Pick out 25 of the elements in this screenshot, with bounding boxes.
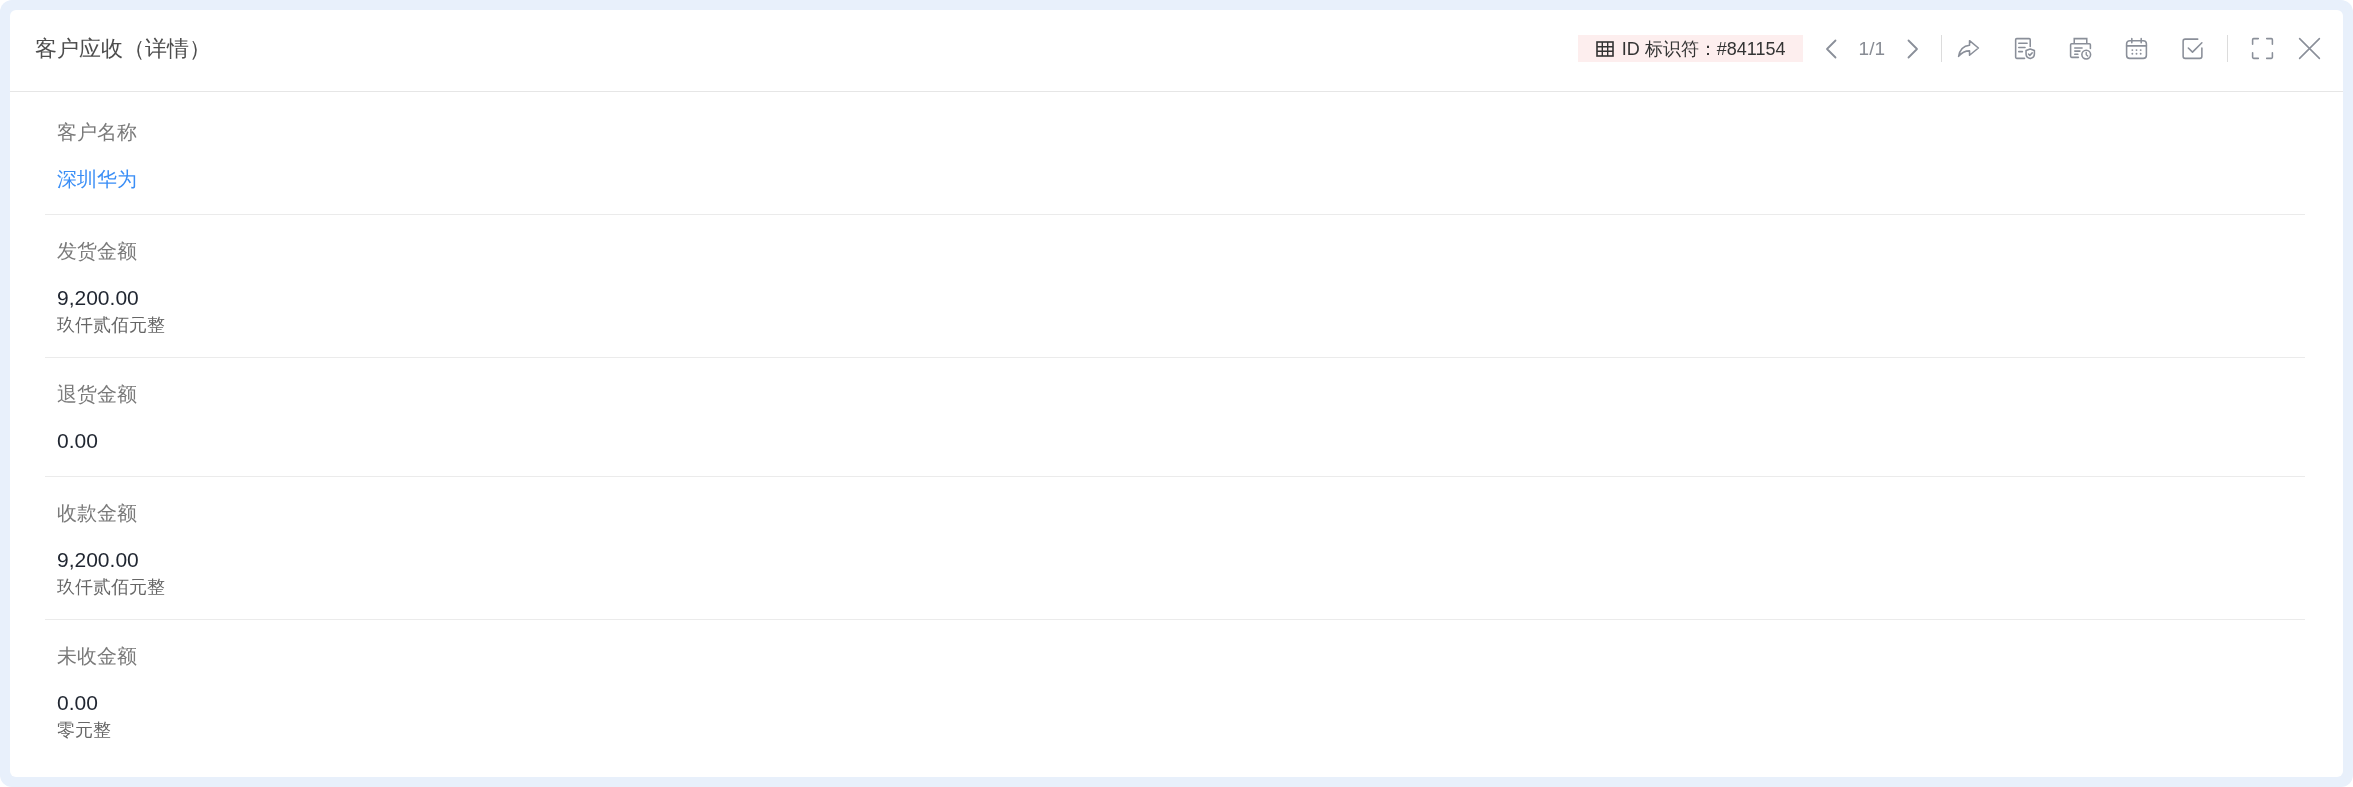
fullscreen-icon[interactable] (2250, 36, 2275, 61)
amount-value: 9,200.00 (57, 547, 139, 573)
document-shield-icon[interactable] (2012, 36, 2037, 61)
amount-in-words: 玖仟贰佰元整 (57, 314, 165, 337)
window-title: 客户应收（详情） (35, 34, 211, 63)
table-icon (1595, 40, 1614, 57)
calendar-icon[interactable] (2124, 36, 2149, 61)
page-count: 1/1 (1858, 37, 1885, 60)
field-label: 收款金额 (57, 501, 137, 526)
amount-in-words: 玖仟贰佰元整 (57, 576, 165, 599)
field-label: 发货金额 (57, 239, 137, 264)
id-text: ID 标识符：#841154 (1621, 37, 1786, 61)
field-label: 退货金额 (57, 382, 137, 407)
printer-clock-icon[interactable] (2068, 36, 2093, 61)
chevron-right-icon[interactable] (1907, 38, 1919, 59)
customer-link[interactable]: 深圳华为 (57, 164, 137, 194)
square-tick-icon[interactable] (2180, 36, 2205, 61)
close-icon[interactable] (2297, 36, 2322, 61)
field-label: 未收金额 (57, 644, 137, 669)
field-label: 客户名称 (57, 120, 137, 145)
chevron-left-icon[interactable] (1824, 38, 1837, 59)
amount-value: 0.00 (57, 690, 98, 716)
amount-in-words: 零元整 (57, 719, 111, 742)
amount-value: 9,200.00 (57, 285, 139, 311)
amount-value: 0.00 (57, 428, 98, 454)
